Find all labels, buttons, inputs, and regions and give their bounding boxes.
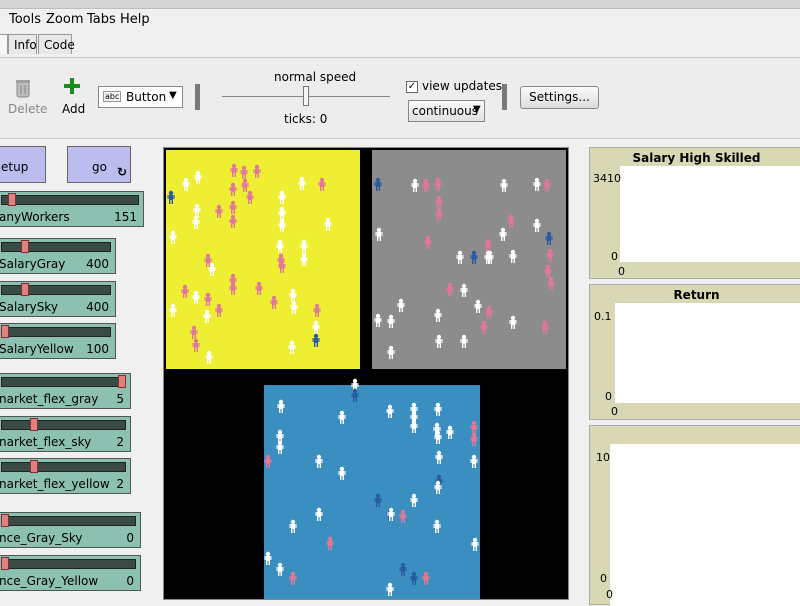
delete-button[interactable]: Delete [8, 102, 47, 116]
slider-thumb[interactable] [7, 193, 16, 206]
third-plot: 10 0 0 [589, 425, 800, 606]
slider-value: 2 [116, 435, 124, 449]
slider-label: anyWorkers [0, 210, 70, 224]
slider-track[interactable] [1, 516, 136, 526]
slider-label: narket_flex_gray [0, 392, 99, 406]
slider-0[interactable]: anyWorkers 151 [0, 191, 144, 227]
slider-5[interactable]: narket_flex_sky 2 [0, 416, 131, 452]
forever-icon: ↻ [117, 165, 128, 179]
third-plot-ymax: 10 [596, 451, 610, 464]
menu-help[interactable]: Help [120, 12, 150, 27]
slider-3[interactable]: SalaryYellow 100 [0, 323, 116, 359]
sky-region [264, 385, 480, 599]
world-view[interactable] [163, 147, 569, 600]
tab-interface[interactable] [0, 34, 8, 54]
slider-value: 0 [126, 531, 134, 545]
setup-button[interactable]: etup [0, 146, 46, 183]
slider-8[interactable]: nce_Gray_Yellow 0 [0, 555, 141, 591]
view-updates-checkbox[interactable]: ✓ [406, 81, 418, 93]
settings-button[interactable]: Settings... [520, 86, 599, 109]
go-button[interactable]: go ↻ [67, 146, 131, 183]
return-plot-xmin: 0 [611, 405, 618, 418]
update-mode-select[interactable]: continuous ▼ [408, 100, 485, 122]
toolbar: Delete Add abc Button ▼ normal speed tic… [0, 57, 800, 139]
slider-value: 400 [86, 300, 109, 314]
speed-slider-thumb[interactable] [303, 86, 309, 106]
slider-track[interactable] [1, 377, 126, 387]
menu-tabs[interactable]: Tabs [87, 12, 116, 27]
slider-track[interactable] [1, 327, 111, 337]
setup-button-label: etup [1, 160, 29, 174]
slider-thumb[interactable] [21, 283, 30, 296]
speed-label: normal speed [274, 70, 357, 84]
slider-track[interactable] [1, 420, 126, 430]
chevron-down-icon: ▼ [169, 90, 177, 101]
menu-bar: Tools Zoom Tabs Help [0, 9, 800, 31]
slider-1[interactable]: SalaryGray 400 [0, 238, 116, 274]
slider-label: narket_flex_yellow [0, 477, 110, 491]
third-plot-xmin: 0 [606, 588, 613, 601]
slider-label: narket_flex_sky [0, 435, 92, 449]
third-plot-ymin: 0 [600, 572, 607, 585]
return-plot: Return 0.1 0 0 [589, 284, 800, 420]
salary-plot-title: Salary High Skilled [632, 151, 761, 165]
delete-icon[interactable] [15, 78, 31, 101]
slider-track[interactable] [1, 242, 111, 252]
window-top-strip [0, 0, 800, 9]
return-plot-ymax: 0.1 [594, 310, 612, 323]
add-button[interactable]: Add [62, 102, 85, 116]
slider-track[interactable] [1, 195, 139, 205]
toolbar-separator [502, 84, 507, 110]
chevron-down-icon: ▼ [473, 104, 481, 115]
salary-plot-ymax: 3410 [593, 172, 621, 185]
go-button-label: go [92, 160, 107, 174]
slider-track[interactable] [1, 462, 126, 472]
slider-value: 5 [116, 392, 124, 406]
view-updates-label: view updates [422, 79, 502, 93]
ticks-counter: ticks: 0 [284, 112, 328, 126]
slider-2[interactable]: SalarySky 400 [0, 281, 116, 317]
slider-thumb[interactable] [118, 375, 126, 388]
slider-6[interactable]: narket_flex_yellow 2 [0, 458, 131, 494]
button-widget-icon: abc [103, 91, 122, 102]
salary-plot: Salary High Skilled 3410 0 0 [589, 147, 800, 279]
salary-plot-area [620, 166, 800, 262]
slider-label: SalaryGray [0, 257, 66, 271]
slider-value: 400 [86, 257, 109, 271]
slider-track[interactable] [1, 285, 111, 295]
slider-value: 2 [116, 477, 124, 491]
slider-value: 0 [126, 574, 134, 588]
slider-thumb[interactable] [1, 514, 9, 527]
world-canvas [166, 150, 566, 599]
slider-label: SalarySky [0, 300, 58, 314]
widget-type-select[interactable]: abc Button ▼ [98, 86, 183, 108]
slider-thumb[interactable] [21, 240, 30, 253]
return-plot-area [615, 303, 800, 403]
slider-label: nce_Gray_Sky [0, 531, 83, 545]
slider-thumb[interactable] [1, 557, 9, 570]
slider-track[interactable] [1, 559, 136, 569]
slider-thumb[interactable] [30, 418, 39, 431]
slider-thumb[interactable] [1, 325, 9, 338]
salary-plot-ymin: 0 [611, 250, 618, 263]
third-plot-area [610, 444, 800, 606]
update-mode-value: continuous [412, 104, 478, 118]
tab-info[interactable]: Info [8, 34, 37, 54]
slider-label: nce_Gray_Yellow [0, 574, 99, 588]
slider-7[interactable]: nce_Gray_Sky 0 [0, 512, 141, 548]
menu-zoom[interactable]: Zoom [46, 12, 83, 27]
return-plot-ymin: 0 [605, 390, 612, 403]
slider-4[interactable]: narket_flex_gray 5 [0, 373, 131, 409]
slider-thumb[interactable] [30, 460, 39, 473]
toolbar-separator [195, 84, 200, 110]
slider-value: 100 [86, 342, 109, 356]
slider-value: 151 [114, 210, 137, 224]
tab-code[interactable]: Code [38, 34, 75, 54]
slider-label: SalaryYellow [0, 342, 74, 356]
widget-type-value: Button [126, 90, 167, 104]
salary-plot-xmin: 0 [618, 265, 625, 278]
menu-tools[interactable]: Tools [9, 12, 41, 27]
add-icon[interactable] [64, 78, 80, 97]
return-plot-title: Return [673, 288, 720, 302]
